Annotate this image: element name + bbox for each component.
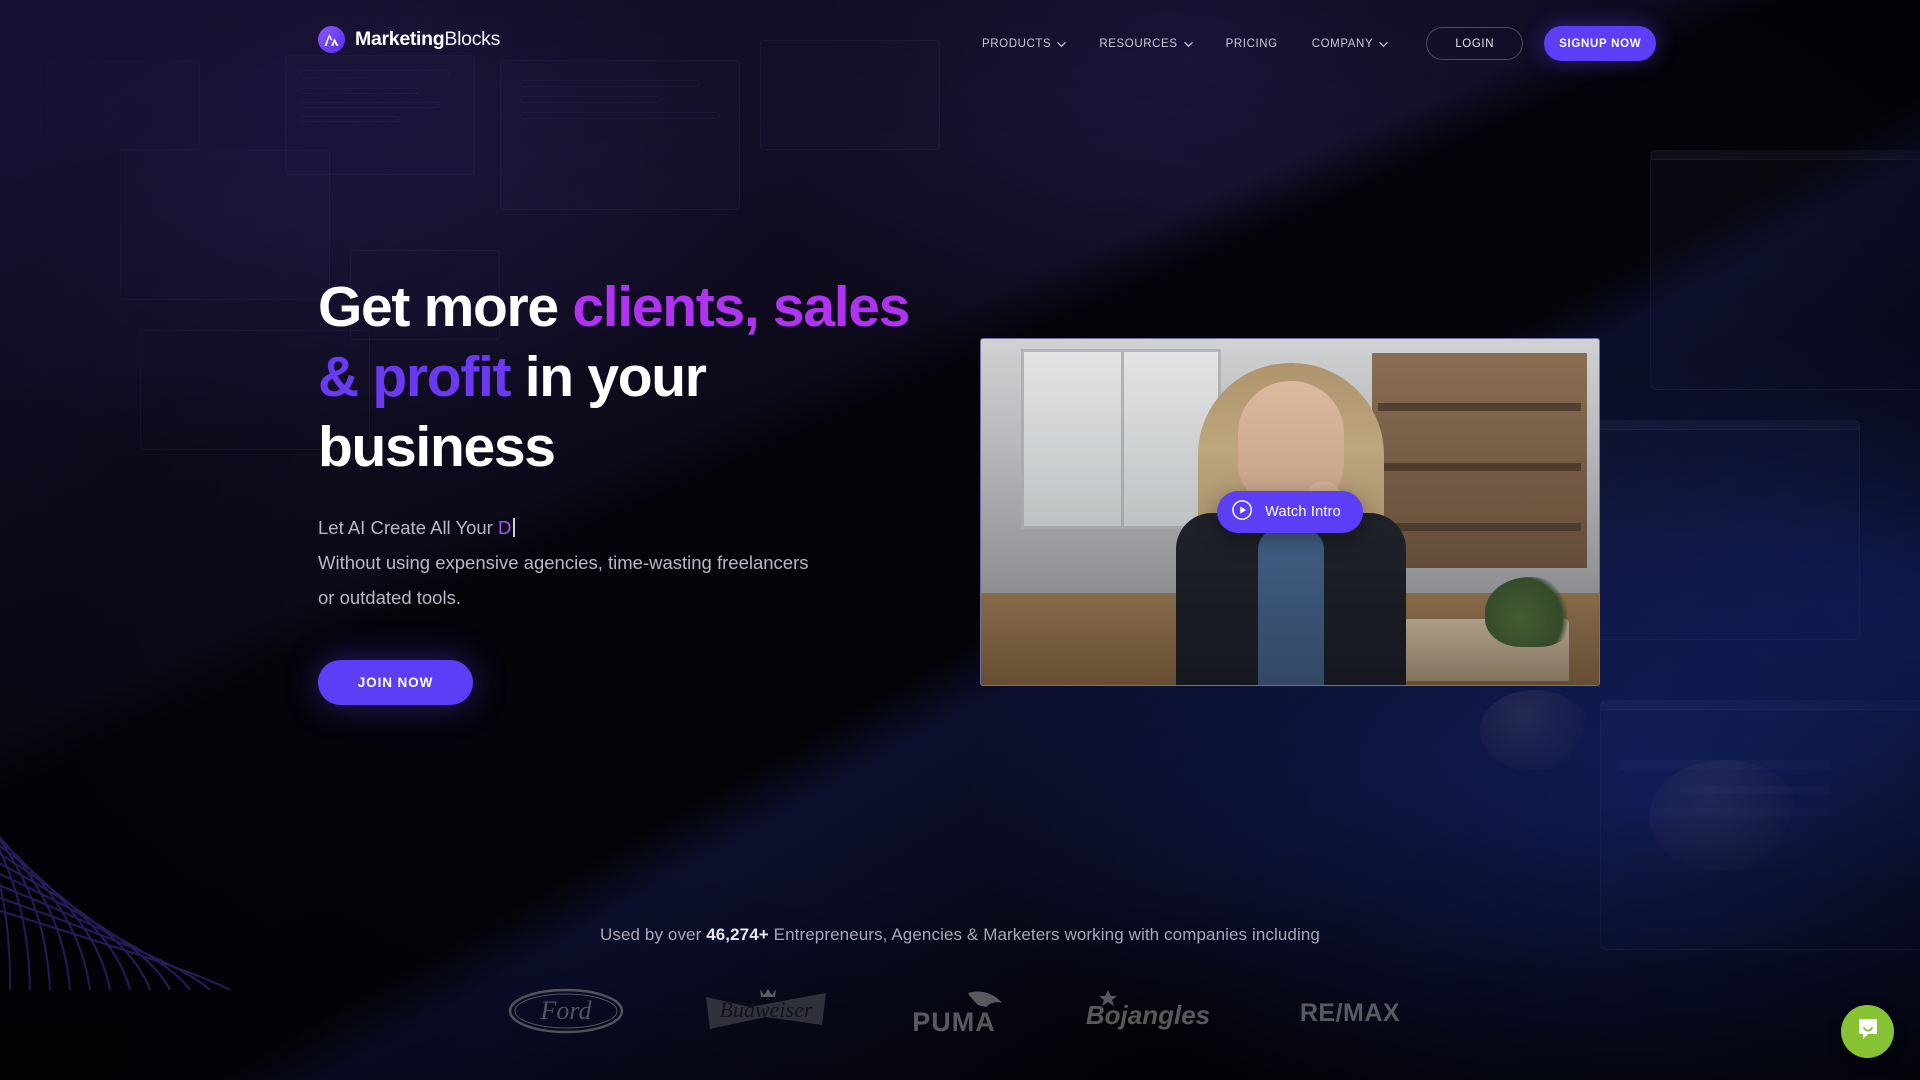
nav-item-pricing[interactable]: PRICING: [1209, 29, 1295, 59]
svg-text:Ford: Ford: [539, 996, 592, 1025]
headline-highlight-clients: clients, sales: [572, 275, 910, 339]
brand-name-light: Blocks: [444, 28, 501, 50]
hero-subheading: Let AI Create All Your D Without using e…: [318, 510, 998, 615]
landing-page: MarketingBlocks PRODUCTS RESOURCES PRICI…: [0, 0, 1920, 1080]
typewriter-prefix: Let AI Create All Your: [318, 517, 498, 538]
play-circle-icon: [1231, 499, 1253, 526]
login-button[interactable]: LOGIN: [1426, 27, 1524, 60]
hero-typewriter-line: Let AI Create All Your D: [318, 510, 998, 545]
nav-label-pricing: PRICING: [1225, 37, 1278, 50]
svg-text:PUMA: PUMA: [912, 1007, 996, 1035]
hero-sub-line-2: Without using expensive agencies, time-w…: [318, 552, 809, 573]
budweiser-logo-icon: Budweiser: [702, 985, 830, 1037]
chevron-down-icon: [1057, 40, 1067, 48]
nav-item-resources[interactable]: RESOURCES: [1082, 29, 1208, 59]
chat-bubble-icon: [1855, 1016, 1881, 1047]
social-proof-prefix: Used by over: [600, 925, 707, 944]
ford-logo-icon: Ford: [508, 988, 624, 1034]
hero-content: Get more clients, sales & profit in your…: [318, 272, 998, 705]
nav-label-products: PRODUCTS: [982, 37, 1052, 50]
hero-sub-line-3: or outdated tools.: [318, 587, 461, 608]
nav-item-products[interactable]: PRODUCTS: [965, 29, 1082, 59]
site-header: MarketingBlocks PRODUCTS RESOURCES PRICI…: [0, 0, 1920, 70]
chevron-down-icon: [1183, 40, 1193, 48]
nav-item-company[interactable]: COMPANY: [1295, 29, 1405, 59]
watch-intro-button[interactable]: Watch Intro: [1217, 491, 1363, 533]
headline-part-1: Get more: [318, 275, 573, 339]
svg-text:Bojangles: Bojangles: [1086, 1000, 1210, 1030]
puma-logo-icon: PUMA: [908, 987, 1008, 1035]
brand-name: MarketingBlocks: [355, 28, 500, 51]
watch-intro-label: Watch Intro: [1265, 504, 1341, 520]
text-cursor-icon: [513, 518, 516, 537]
chevron-down-icon: [1379, 40, 1388, 48]
brand-logo[interactable]: MarketingBlocks: [318, 26, 500, 53]
page-title: Get more clients, sales & profit in your…: [318, 272, 998, 482]
main-navigation: PRODUCTS RESOURCES PRICING COMPANY LOGIN…: [965, 26, 1657, 61]
join-now-button[interactable]: JOIN NOW: [318, 660, 473, 705]
signup-button[interactable]: SIGNUP NOW: [1544, 26, 1657, 61]
social-proof-count: 46,274+: [706, 925, 769, 944]
headline-highlight-profit: & profit: [318, 345, 512, 409]
typewriter-value: D: [498, 517, 512, 538]
nav-label-resources: RESOURCES: [1099, 37, 1178, 50]
nav-label-company: COMPANY: [1311, 37, 1374, 50]
brand-name-bold: Marketing: [355, 28, 445, 50]
intro-video-player[interactable]: Watch Intro: [980, 338, 1600, 686]
social-proof-suffix: Entrepreneurs, Agencies & Marketers work…: [768, 925, 1320, 944]
bojangles-logo-icon: Bojangles: [1086, 988, 1210, 1034]
marketingblocks-logo-icon: [318, 26, 345, 53]
client-logos-row: Ford Budweiser PUMA Bojangles RE/MAX: [0, 985, 1920, 1037]
svg-text:RE/MAX: RE/MAX: [1300, 999, 1400, 1027]
svg-text:Budweiser: Budweiser: [720, 997, 813, 1022]
social-proof-text: Used by over 46,274+ Entrepreneurs, Agen…: [0, 925, 1920, 945]
remax-logo-icon: RE/MAX: [1288, 991, 1412, 1031]
chat-widget-button[interactable]: [1841, 1005, 1894, 1058]
headline-part-3: in your: [510, 345, 707, 409]
headline-part-4: business: [318, 415, 556, 479]
